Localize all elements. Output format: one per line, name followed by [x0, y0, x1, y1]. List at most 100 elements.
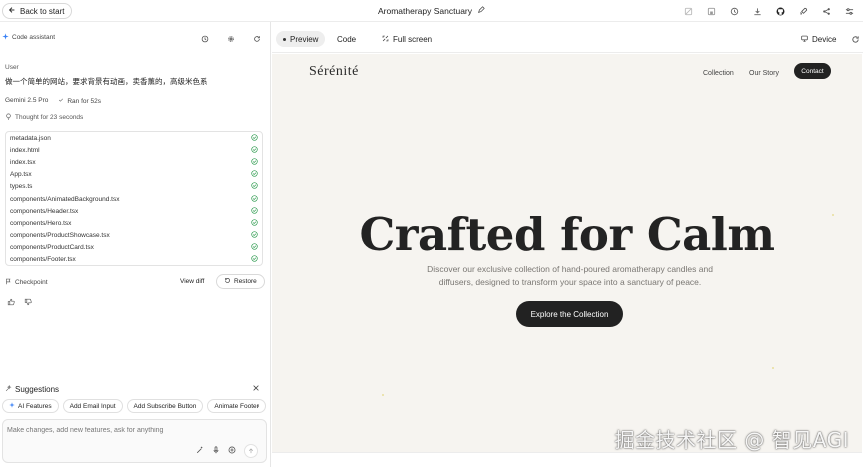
- file-list: metadata.json index.html index.tsx App.t…: [5, 131, 263, 266]
- gear-icon[interactable]: [223, 32, 239, 46]
- file-item[interactable]: index.html: [6, 144, 262, 156]
- refresh-icon[interactable]: [847, 32, 863, 46]
- file-name: components/Footer.tsx: [10, 256, 76, 264]
- hero-subtitle: Discover our exclusive collection of han…: [427, 264, 713, 287]
- file-item[interactable]: metadata.json: [6, 132, 262, 144]
- thought-label: Thought for 23 seconds: [15, 114, 84, 121]
- github-icon[interactable]: [772, 4, 788, 18]
- save-icon[interactable]: [703, 4, 719, 18]
- wand-icon: [5, 384, 12, 394]
- user-label: User: [5, 64, 19, 71]
- nav-link-collection[interactable]: Collection: [703, 70, 734, 77]
- arrow-left-icon: [8, 6, 16, 16]
- suggestion-chip[interactable]: AI Features: [2, 399, 59, 413]
- check-circle-icon: [251, 182, 258, 191]
- check-circle-icon: [251, 194, 258, 204]
- share-icon[interactable]: [818, 4, 834, 18]
- file-name: components/ProductCard.tsx: [10, 244, 94, 252]
- app-title: Aromatherapy Sanctuary: [377, 6, 473, 16]
- preview-tabbar: Preview Code Full screen Device: [272, 22, 863, 53]
- check-circle-icon: [251, 255, 258, 264]
- fullscreen-label: Full screen: [393, 34, 433, 44]
- suggestion-chip[interactable]: Add Subscribe Button: [126, 399, 204, 413]
- expand-icon: [382, 35, 389, 44]
- restore-label: Restore: [234, 278, 257, 285]
- file-item[interactable]: types.ts: [6, 181, 262, 193]
- file-name: index.tsx: [10, 158, 36, 166]
- microphone-icon[interactable]: [212, 446, 220, 456]
- assistant-header: Code assistant: [0, 32, 271, 46]
- tab-preview[interactable]: Preview: [276, 31, 326, 47]
- chip-label: AI Features: [18, 402, 52, 410]
- contact-button[interactable]: Contact: [794, 63, 831, 79]
- suggestions-title: Suggestions: [15, 384, 60, 394]
- run-time: Ran for 52s: [67, 97, 101, 105]
- image-off-icon[interactable]: [680, 4, 696, 18]
- send-button[interactable]: [244, 444, 258, 458]
- chip-label: Add Subscribe Button: [133, 402, 197, 410]
- thought-toggle[interactable]: Thought for 23 seconds: [5, 113, 83, 122]
- check-circle-icon: [251, 207, 258, 216]
- back-to-start-button[interactable]: Back to start: [2, 3, 73, 19]
- site-brand[interactable]: Sérénité: [309, 64, 359, 80]
- suggestion-chip[interactable]: Add Email Input: [62, 399, 123, 413]
- site-preview: Sérénité Collection Our Story Contact Cr…: [272, 54, 862, 452]
- checkpoint-label: Checkpoint: [15, 279, 48, 286]
- model-info: Gemini 2.5 Pro Ran for 52s: [5, 97, 101, 105]
- assistant-label-wrap: Code assistant: [2, 33, 55, 42]
- preview-panel: Preview Code Full screen Device Sérénité…: [272, 22, 863, 467]
- chevron-right-icon[interactable]: ›: [257, 399, 259, 413]
- history-icon[interactable]: [726, 4, 742, 18]
- magic-edit-icon[interactable]: [196, 446, 204, 456]
- check-circle-icon: [251, 146, 258, 155]
- fullscreen-button[interactable]: Full screen: [375, 31, 439, 47]
- file-item[interactable]: components/AnimatedBackground.tsx: [6, 193, 262, 205]
- chip-label: Animate Footer: [214, 402, 259, 410]
- prompt-box: [2, 419, 267, 463]
- arrow-up-icon: [248, 447, 254, 456]
- watermark-text: 掘金技术社区 @ 智见AGI: [614, 428, 849, 452]
- view-diff-link[interactable]: View diff: [180, 278, 204, 285]
- feedback: [7, 298, 32, 308]
- suggestions-title-wrap: Suggestions: [5, 384, 60, 394]
- file-item[interactable]: components/ProductShowcase.tsx: [6, 230, 262, 242]
- floating-particle: [382, 394, 384, 396]
- settings-sliders-icon[interactable]: [841, 4, 857, 18]
- tab-code[interactable]: Code: [330, 31, 363, 47]
- prompt-input[interactable]: [7, 427, 262, 441]
- flag-icon: [5, 278, 12, 287]
- check-circle-icon: [251, 158, 258, 167]
- file-name: metadata.json: [10, 134, 51, 142]
- file-item[interactable]: components/Hero.tsx: [6, 217, 262, 229]
- refresh-icon[interactable]: [249, 32, 265, 46]
- close-icon[interactable]: [252, 384, 260, 394]
- suggestions-header: Suggestions: [5, 384, 260, 394]
- file-item[interactable]: components/Header.tsx: [6, 205, 262, 217]
- nav-link-our-story[interactable]: Our Story: [749, 70, 779, 77]
- file-item[interactable]: index.tsx: [6, 156, 262, 168]
- download-icon[interactable]: [749, 4, 765, 18]
- lightbulb-icon: [5, 113, 12, 122]
- explore-collection-button[interactable]: Explore the Collection: [516, 301, 623, 327]
- file-item[interactable]: App.tsx: [6, 169, 262, 181]
- check-circle-icon: [251, 170, 258, 179]
- file-item[interactable]: components/Footer.tsx: [6, 254, 262, 265]
- rocket-icon[interactable]: [795, 4, 811, 18]
- pencil-icon[interactable]: [477, 6, 485, 16]
- check-icon: [58, 97, 64, 105]
- device-button[interactable]: Device: [794, 31, 843, 47]
- add-circle-icon[interactable]: [228, 446, 236, 456]
- preview-bottom-bar: [272, 452, 862, 467]
- thumbs-down-icon[interactable]: [24, 298, 32, 308]
- file-item[interactable]: components/ProductCard.tsx: [6, 242, 262, 254]
- chip-label: Add Email Input: [69, 402, 116, 410]
- thumbs-up-icon[interactable]: [7, 298, 15, 308]
- top-bar: Back to start Aromatherapy Sanctuary: [0, 0, 863, 22]
- sparkle-icon: [2, 33, 9, 42]
- check-circle-icon: [251, 219, 258, 228]
- check-circle-icon: [251, 231, 258, 240]
- restore-button[interactable]: Restore: [216, 274, 265, 289]
- history-icon[interactable]: [197, 32, 213, 46]
- tab-code-label: Code: [337, 34, 357, 44]
- assistant-label: Code assistant: [12, 34, 55, 41]
